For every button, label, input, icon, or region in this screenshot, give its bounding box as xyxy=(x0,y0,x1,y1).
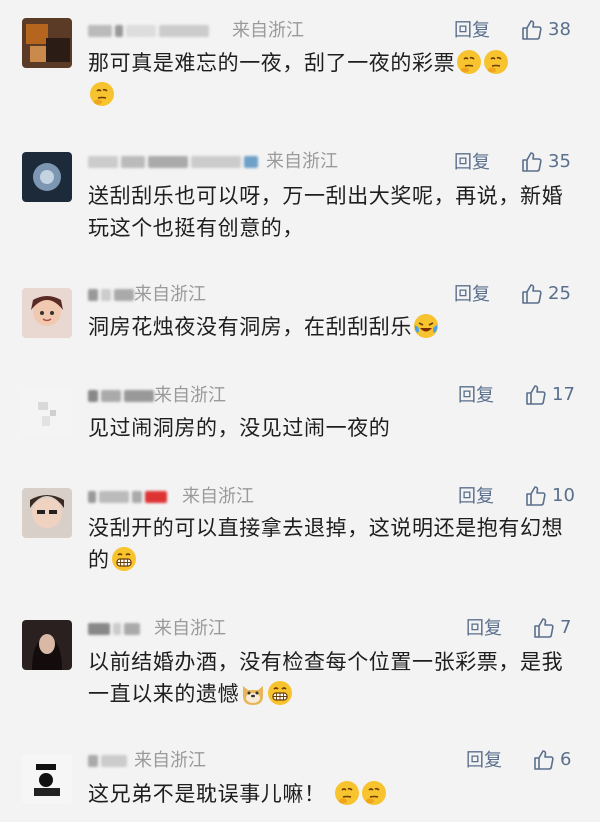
username[interactable] xyxy=(88,618,140,640)
username[interactable] xyxy=(88,385,154,407)
like-button[interactable]: 25 xyxy=(520,282,571,306)
like-button[interactable]: 17 xyxy=(524,383,575,407)
thumbs-up-icon xyxy=(526,486,546,506)
like-count: 6 xyxy=(560,749,572,770)
thinking-face-icon xyxy=(334,780,360,806)
like-button[interactable]: 10 xyxy=(524,484,575,508)
thinking-face-icon xyxy=(456,49,482,75)
grinning-face-icon xyxy=(111,546,137,572)
reply-button[interactable]: 回复 xyxy=(458,486,494,508)
grinning-face-icon xyxy=(267,680,293,706)
avatar[interactable] xyxy=(22,488,72,538)
location-label: 来自浙江 xyxy=(154,385,226,406)
username[interactable] xyxy=(88,486,167,508)
comment-text: 那可真是难忘的一夜，刮了一夜的彩票 xyxy=(88,47,583,111)
like-count: 7 xyxy=(560,617,572,638)
comment-text: 送刮刮乐也可以呀，万一刮出大奖呢，再说，新婚玩这个也挺有创意的， xyxy=(88,184,564,240)
thumbs-up-icon xyxy=(534,750,554,770)
location-label: 来自浙江 xyxy=(134,750,206,771)
like-count: 17 xyxy=(552,384,575,405)
thinking-face-icon xyxy=(89,81,115,107)
location-label: 来自浙江 xyxy=(232,20,304,41)
thumbs-up-icon xyxy=(522,152,542,172)
avatar[interactable] xyxy=(22,288,72,338)
location-label: 来自浙江 xyxy=(266,151,338,172)
like-button[interactable]: 38 xyxy=(520,18,571,42)
reply-button[interactable]: 回复 xyxy=(454,20,490,42)
comment-text: 见过闹洞房的，没见过闹一夜的 xyxy=(88,416,391,440)
location-label: 来自浙江 xyxy=(154,618,226,639)
thumbs-up-icon xyxy=(526,385,546,405)
comment-text: 这兄弟不是耽误事儿嘛！ xyxy=(88,778,583,810)
comment-text: 洞房花烛夜没有洞房，在刮刮刮乐 xyxy=(88,311,583,343)
thinking-face-icon xyxy=(483,49,509,75)
reply-button[interactable]: 回复 xyxy=(466,618,502,640)
avatar[interactable] xyxy=(22,388,72,438)
doge-face-icon xyxy=(240,680,266,706)
like-button[interactable]: 35 xyxy=(520,150,571,174)
reply-button[interactable]: 回复 xyxy=(454,284,490,306)
like-count: 35 xyxy=(548,151,571,172)
comment-text: 没刮开的可以直接拿去退掉，这说明还是抱有幻想的 xyxy=(88,516,564,572)
like-button[interactable]: 7 xyxy=(532,616,571,640)
avatar[interactable] xyxy=(22,152,72,202)
crying-laughing-face-icon xyxy=(413,313,439,339)
location-label: 来自浙江 xyxy=(182,486,254,507)
reply-button[interactable]: 回复 xyxy=(466,750,502,772)
thumbs-up-icon xyxy=(522,284,542,304)
like-count: 25 xyxy=(548,283,571,304)
username[interactable] xyxy=(88,284,134,306)
location-label: 来自浙江 xyxy=(134,284,206,305)
thinking-face-icon xyxy=(361,780,387,806)
comment-text: 以前结婚办酒，没有检查每个位置一张彩票，是我一直以来的遗憾 xyxy=(88,650,564,706)
username[interactable] xyxy=(88,20,209,42)
username[interactable] xyxy=(88,151,258,173)
avatar[interactable] xyxy=(22,18,72,68)
like-button[interactable]: 6 xyxy=(532,748,571,772)
thumbs-up-icon xyxy=(522,20,542,40)
username[interactable] xyxy=(88,750,127,772)
avatar[interactable] xyxy=(22,620,72,670)
reply-button[interactable]: 回复 xyxy=(458,385,494,407)
like-count: 10 xyxy=(552,485,575,506)
like-count: 38 xyxy=(548,19,571,40)
thumbs-up-icon xyxy=(534,618,554,638)
avatar[interactable] xyxy=(22,754,72,804)
reply-button[interactable]: 回复 xyxy=(454,152,490,174)
